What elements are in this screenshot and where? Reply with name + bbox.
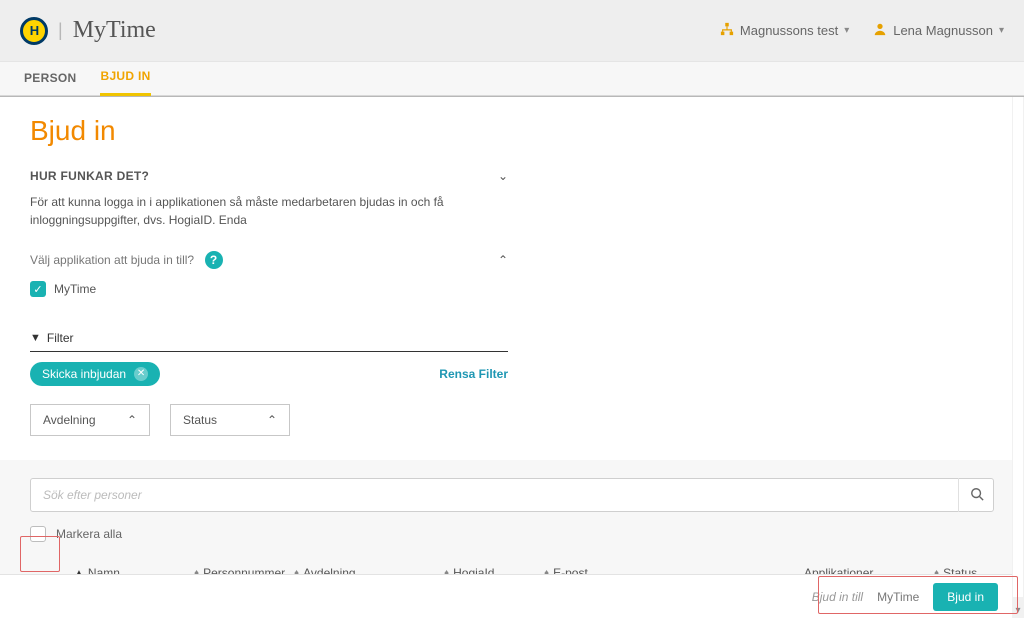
invite-button[interactable]: Bjud in [933, 583, 998, 611]
filter-label: Filter [47, 331, 74, 345]
how-it-works-toggle[interactable]: HUR FUNKAR DET? ⌄ [30, 169, 508, 183]
filter-chip-skicka-inbjudan[interactable]: Skicka inbjudan ✕ [30, 362, 160, 386]
select-all-label: Markera alla [56, 527, 122, 541]
filter-header[interactable]: ▼ Filter [30, 331, 508, 352]
chevron-up-icon: ⌃ [127, 413, 137, 427]
tab-person[interactable]: PERSON [24, 61, 76, 95]
scroll-thumb[interactable] [1013, 97, 1023, 597]
user-icon [873, 22, 887, 39]
caret-down-icon: ▾ [844, 25, 849, 36]
app-mytime-label: MyTime [54, 282, 96, 296]
action-footer: Bjud in till MyTime Bjud in [0, 574, 1012, 618]
hogia-logo: H [20, 17, 48, 45]
chevron-up-icon[interactable]: ⌃ [498, 253, 508, 267]
chevron-down-icon: ⌄ [498, 169, 508, 183]
search-icon [970, 487, 984, 504]
select-all-checkbox[interactable]: ✓ [30, 526, 46, 542]
logo-separator: | [58, 20, 63, 41]
footer-prefix: Bjud in till [812, 590, 863, 604]
choose-app-label: Välj applikation att bjuda in till? [30, 253, 194, 267]
page-title: Bjud in [30, 115, 994, 147]
content-scroll: Bjud in HUR FUNKAR DET? ⌄ För att kunna … [0, 97, 1024, 618]
org-name: Magnussons test [740, 23, 838, 38]
clear-filter-link[interactable]: Rensa Filter [439, 367, 508, 381]
filter-chip-label: Skicka inbjudan [42, 367, 126, 381]
chevron-up-icon: ⌃ [267, 413, 277, 427]
tab-bjud-in[interactable]: BJUD IN [100, 59, 150, 96]
how-it-works-text: För att kunna logga in i applikationen s… [30, 193, 508, 229]
org-switcher[interactable]: Magnussons test ▾ [720, 22, 849, 39]
user-name: Lena Magnusson [893, 23, 993, 38]
top-bar: H | MyTime Magnussons test ▾ Lena Magnus… [0, 0, 1024, 62]
brand-name: MyTime [73, 17, 156, 44]
search-button[interactable] [958, 478, 994, 512]
how-it-works-label: HUR FUNKAR DET? [30, 169, 149, 183]
dropdown-status[interactable]: Status ⌃ [170, 404, 290, 436]
dropdown-status-label: Status [183, 413, 217, 427]
sitemap-icon [720, 22, 734, 39]
user-menu[interactable]: Lena Magnusson ▾ [873, 22, 1004, 39]
search-input[interactable] [30, 478, 994, 512]
app-mytime-checkbox[interactable]: ✓ [30, 281, 46, 297]
scroll-down-icon[interactable]: ▾ [1012, 605, 1024, 616]
funnel-icon: ▼ [30, 332, 41, 344]
caret-down-icon: ▾ [999, 25, 1004, 36]
dropdown-avdelning[interactable]: Avdelning ⌃ [30, 404, 150, 436]
help-icon[interactable]: ? [205, 251, 223, 269]
footer-app: MyTime [877, 590, 919, 604]
dropdown-avdelning-label: Avdelning [43, 413, 96, 427]
chip-remove-icon[interactable]: ✕ [134, 367, 148, 381]
vertical-scrollbar[interactable]: ▴ ▾ [1012, 97, 1024, 618]
tab-bar: PERSON BJUD IN [0, 62, 1024, 96]
